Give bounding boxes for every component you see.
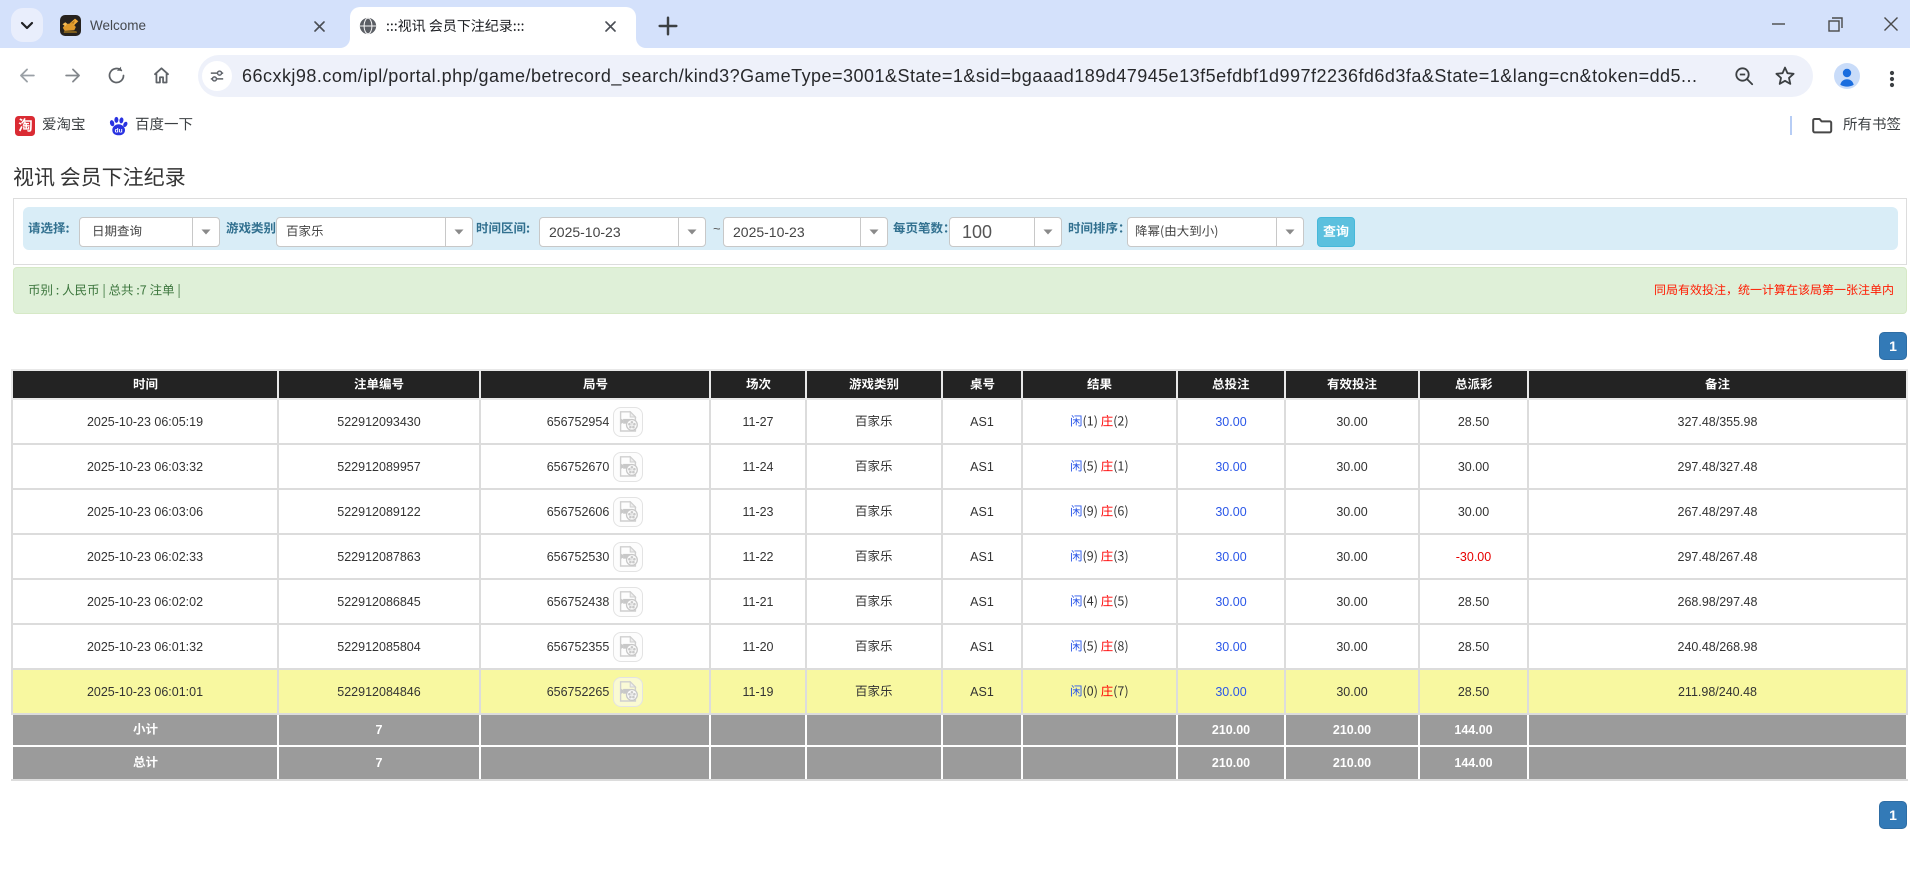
svg-text:du: du bbox=[115, 127, 123, 134]
